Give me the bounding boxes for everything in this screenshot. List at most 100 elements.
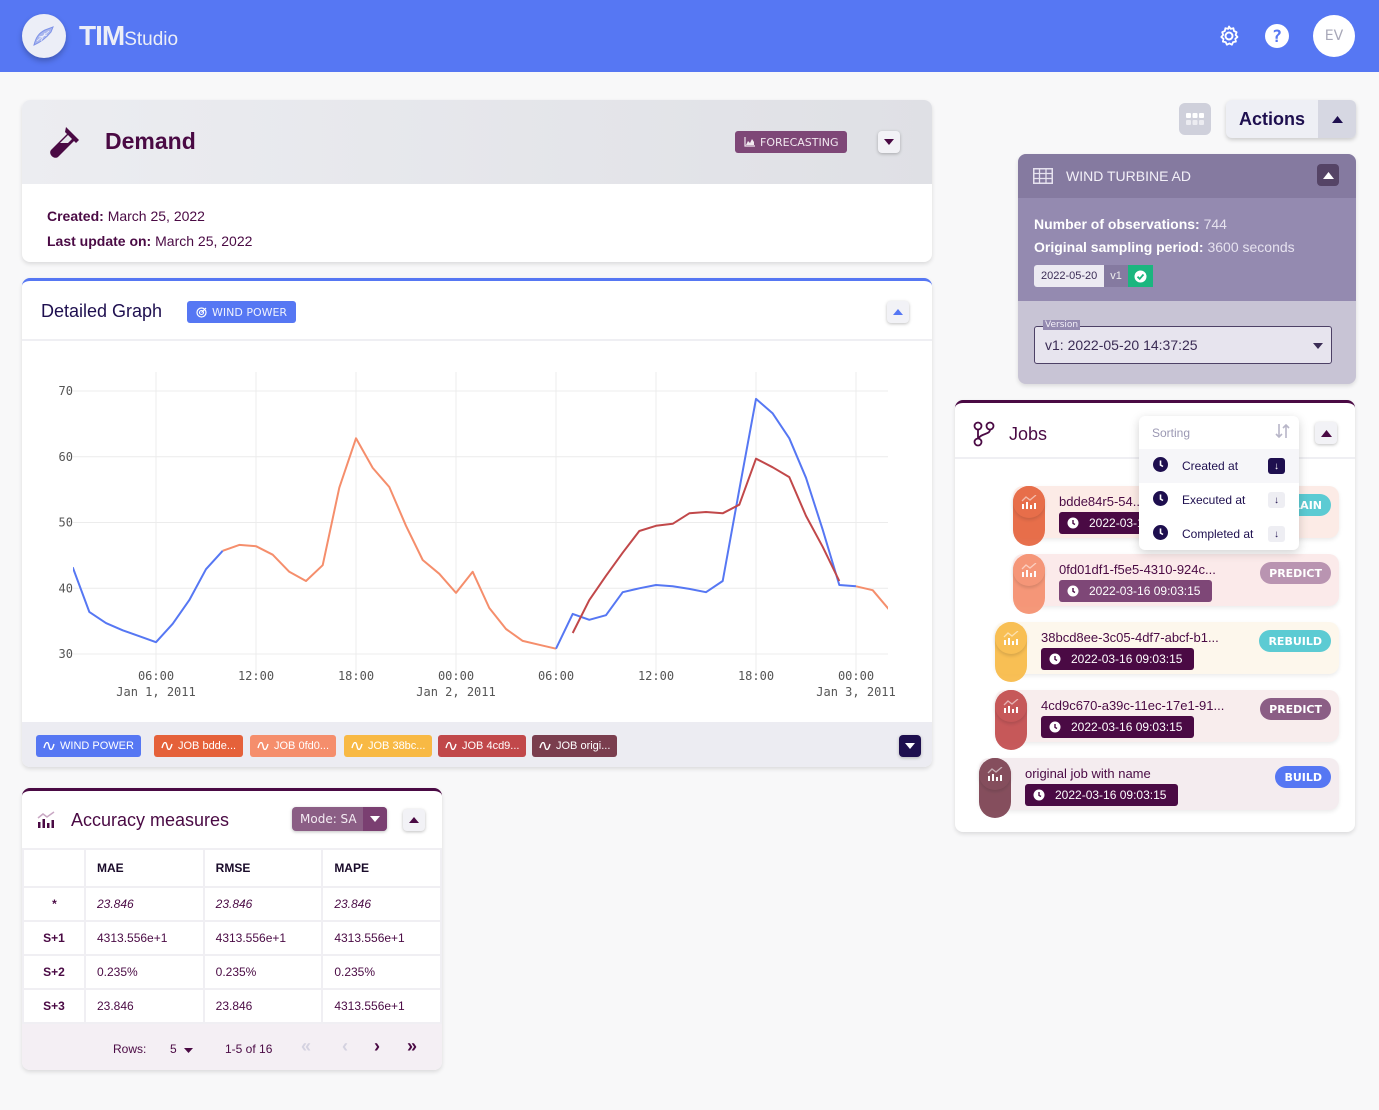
legend-item[interactable]: JOB origi...: [532, 735, 618, 757]
actions-button[interactable]: Actions: [1226, 100, 1356, 138]
job-type-badge: REBUILD: [1259, 630, 1331, 652]
legend-item[interactable]: JOB 38bc...: [344, 735, 433, 757]
page-range: 1-5 of 16: [225, 1042, 273, 1056]
caret-up-icon[interactable]: [1318, 100, 1356, 138]
line-chart[interactable]: 30 40 50 60 70 06:00 Jan 1, 2011 12:00 18:00 00:0…: [22, 341, 932, 722]
sort-option[interactable]: Completed at ↓: [1139, 517, 1299, 551]
rows-per-page-select[interactable]: 5: [170, 1042, 194, 1056]
accuracy-table: MAE RMSE MAPE * 23.846 23.846 23.846 S+1…: [22, 848, 442, 1024]
clock-icon: [1067, 585, 1079, 597]
version-tag: v1: [1104, 265, 1128, 287]
legend-expand-button[interactable]: [899, 735, 921, 757]
wave-icon: [43, 742, 55, 750]
job-name: bdde84r5-54...: [1059, 494, 1144, 509]
collapse-accuracy-button[interactable]: [403, 809, 425, 831]
created-value: March 25, 2022: [107, 208, 205, 224]
cell-mape: 4313.556e+1: [321, 920, 442, 956]
prev-page-icon[interactable]: ‹: [342, 1036, 348, 1057]
job-time-text: 2022-03-16 09:03:15: [1089, 584, 1201, 598]
cell-mape: 0.235%: [321, 954, 442, 990]
gear-icon[interactable]: [1216, 23, 1242, 49]
use-case-card: Demand FORECASTING Created: March 25, 20…: [22, 100, 932, 262]
legend-item[interactable]: JOB bdde...: [154, 735, 244, 757]
grid-view-button[interactable]: [1179, 103, 1211, 135]
column-header-mae[interactable]: MAE: [84, 848, 205, 888]
collapse-jobs-button[interactable]: [1315, 422, 1337, 444]
next-page-icon[interactable]: ›: [374, 1036, 380, 1057]
cell-rmse: 4313.556e+1: [202, 920, 324, 956]
rows-label: Rows:: [113, 1042, 147, 1056]
sort-option[interactable]: Executed at ↓: [1139, 483, 1299, 517]
caret-up-icon: [1320, 429, 1332, 437]
cell-mae: 23.846: [84, 988, 205, 1024]
last-page-icon[interactable]: »: [407, 1036, 417, 1057]
job-timestamp: 2022-03-16 09:03:15: [1025, 784, 1179, 806]
legend-item[interactable]: WIND POWER: [36, 735, 141, 757]
legend-label: JOB 4cd9...: [462, 740, 520, 752]
help-icon[interactable]: ?: [1264, 23, 1290, 49]
chart-grid: [73, 372, 888, 674]
legend-label: JOB 38bc...: [368, 740, 426, 752]
x-tick-label: 06:00: [538, 669, 574, 683]
sort-icon[interactable]: [1275, 423, 1290, 443]
version-select[interactable]: Version v1: 2022-05-20 14:37:25: [1034, 320, 1332, 364]
dataset-title: WIND TURBINE AD: [1066, 168, 1191, 184]
sort-option[interactable]: Created at ↓: [1139, 449, 1299, 483]
caret-up-icon: [1322, 171, 1334, 179]
sort-direction-icon[interactable]: ↓: [1268, 458, 1285, 474]
cell-rmse: 23.846: [202, 988, 324, 1024]
row-header: S+1: [22, 920, 86, 956]
use-case-title: Demand: [105, 128, 196, 154]
tim-logo-icon[interactable]: [22, 14, 66, 58]
expand-use-case-button[interactable]: [878, 131, 900, 153]
job-list-item[interactable]: 4cd9c670-a39c-11ec-17e1-91... 2022-03-16 …: [995, 690, 1339, 750]
sorting-menu: Sorting Created at ↓ Executed at ↓ Completed…: [1139, 416, 1299, 550]
created-row: Created: March 25, 2022: [47, 204, 907, 229]
job-status-pill: [1013, 554, 1045, 614]
collapse-graph-button[interactable]: [887, 301, 909, 323]
series-line-0[interactable]: [73, 550, 224, 644]
target-variable-label: WIND POWER: [212, 305, 288, 319]
observations-row: Number of observations: 744: [1034, 213, 1340, 236]
collapse-dataset-button[interactable]: [1317, 164, 1339, 186]
y-tick-label: 60: [59, 450, 73, 464]
mode-label: Mode: SA: [300, 812, 357, 826]
clock-icon: [1153, 457, 1168, 475]
table-row: S+2 0.235% 0.235% 0.235%: [22, 954, 442, 990]
legend-item[interactable]: JOB 0fd0...: [250, 735, 337, 757]
updated-value: March 25, 2022: [155, 233, 253, 249]
use-case-details: Created: March 25, 2022 Last update on: …: [22, 184, 932, 262]
target-variable-badge: WIND POWER: [187, 301, 297, 323]
clock-icon: [1067, 517, 1079, 529]
first-page-icon[interactable]: «: [301, 1036, 311, 1057]
series-line-4[interactable]: [855, 585, 906, 610]
table-row: S+1 4313.556e+1 4313.556e+1 4313.556e+1: [22, 920, 442, 956]
branch-icon: [973, 421, 995, 451]
job-time-text: 2022-03-16 09:03:15: [1055, 788, 1167, 802]
job-list-item[interactable]: 0fd01df1-f5e5-4310-924c... 2022-03-16 09:…: [1013, 554, 1339, 614]
wave-icon: [161, 742, 173, 750]
updated-label: Last update on:: [47, 233, 152, 249]
avatar-initials: EV: [1324, 28, 1344, 44]
legend-item[interactable]: JOB 4cd9...: [438, 735, 527, 757]
sort-direction-icon[interactable]: ↓: [1268, 526, 1285, 542]
check-circle-icon: [1127, 265, 1153, 287]
x-tick-sublabel: Jan 3, 2011: [816, 685, 895, 699]
cell-rmse: 23.846: [202, 886, 324, 922]
job-list-item[interactable]: original job with name 2022-03-16 09:03:1…: [979, 758, 1339, 818]
job-time-text: 2022-03-16 09:03:15: [1071, 652, 1183, 666]
wave-icon: [539, 742, 551, 750]
version-select-value: v1: 2022-05-20 14:37:25: [1045, 337, 1198, 353]
caret-up-icon: [893, 309, 903, 315]
series-line-1[interactable]: [222, 437, 557, 650]
sort-direction-icon[interactable]: ↓: [1268, 492, 1285, 508]
dataset-header: WIND TURBINE AD: [1018, 154, 1356, 198]
brand-light: Studio: [124, 29, 179, 50]
column-header-rmse[interactable]: RMSE: [202, 848, 324, 888]
brand-bold: TIM: [79, 20, 125, 51]
mode-dropdown[interactable]: Mode: SA: [292, 807, 387, 831]
column-header-mape[interactable]: MAPE: [321, 848, 442, 888]
rows-per-page-value: 5: [170, 1042, 177, 1056]
user-avatar[interactable]: EV: [1313, 15, 1355, 57]
job-list-item[interactable]: 38bcd8ee-3c05-4df7-abcf-b1... 2022-03-16 …: [995, 622, 1339, 682]
